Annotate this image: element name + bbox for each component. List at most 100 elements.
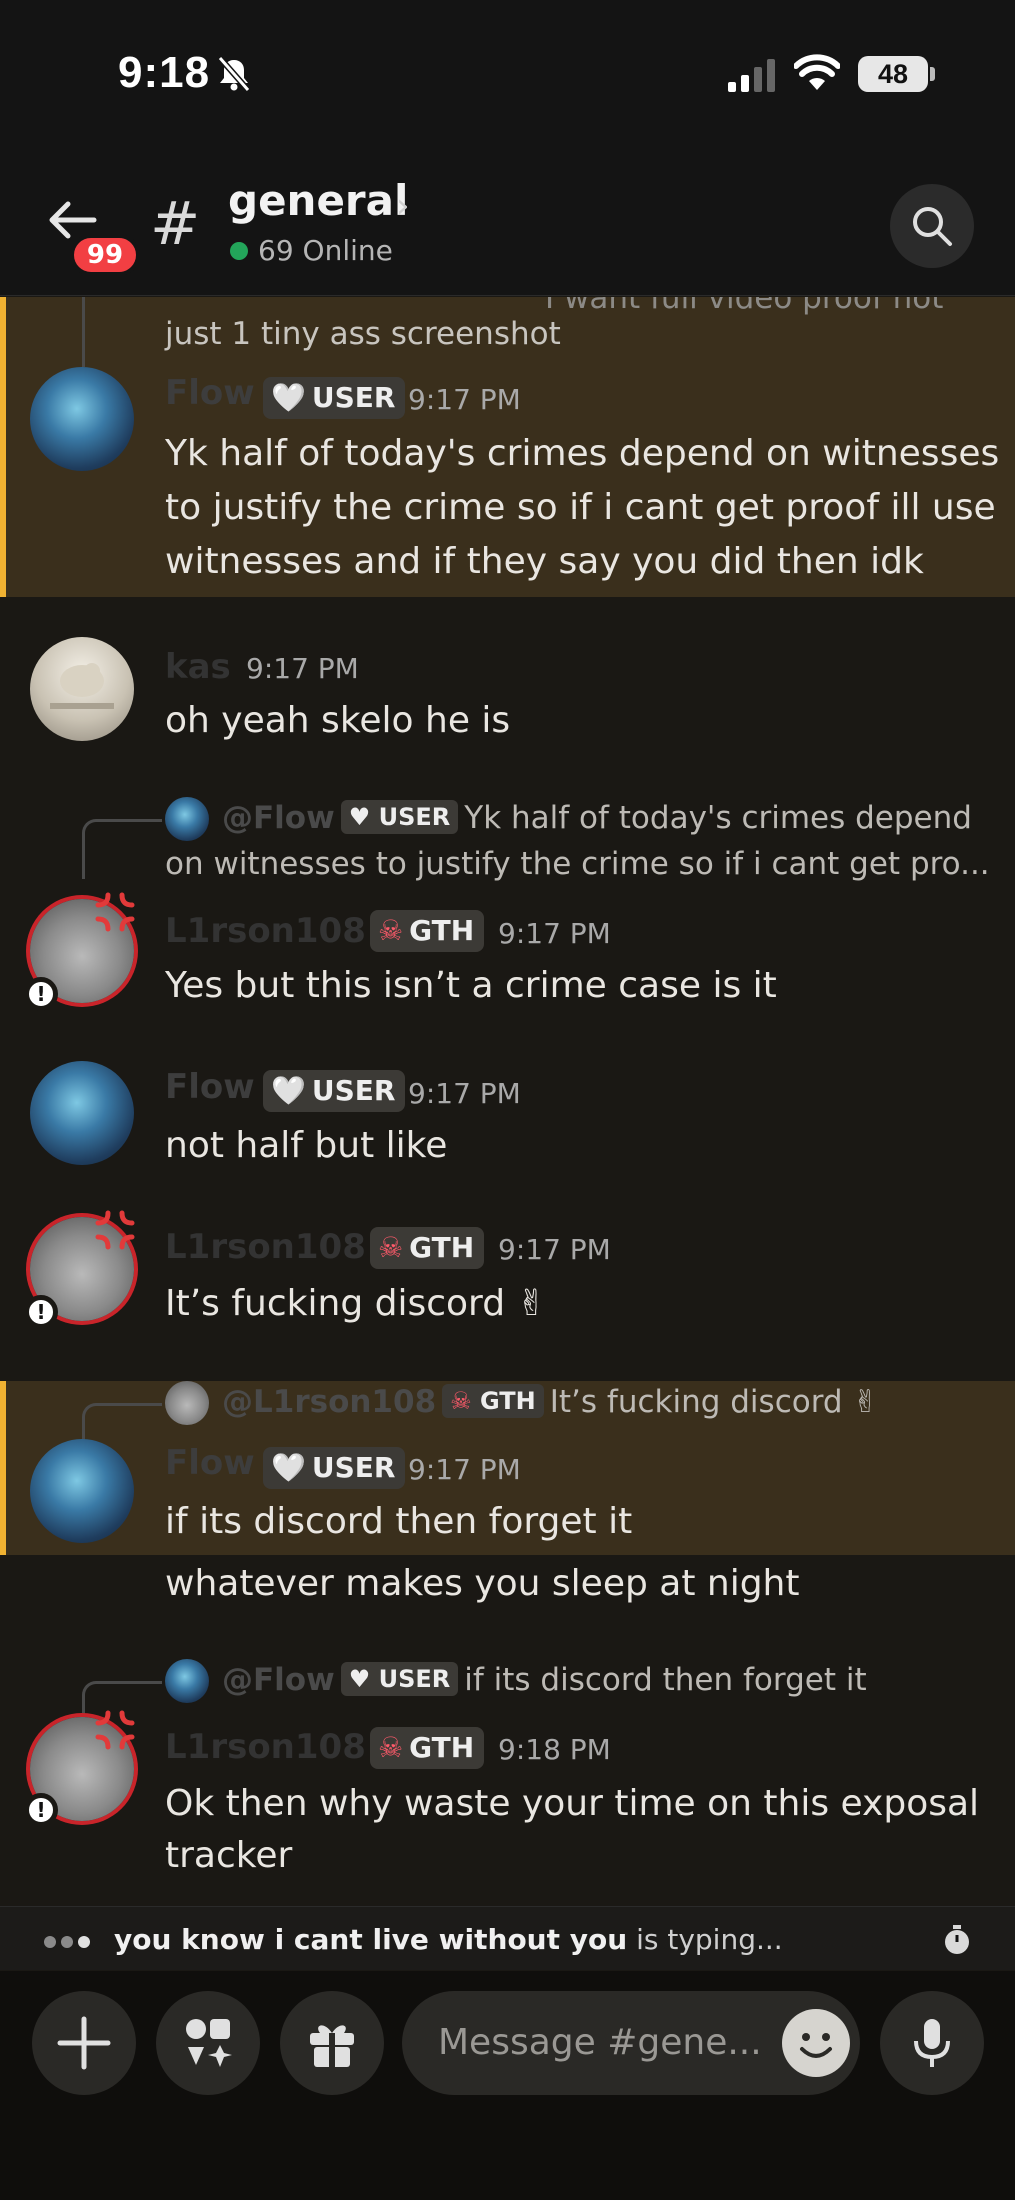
status-indicator: ! [24, 1295, 58, 1329]
search-button[interactable] [890, 184, 974, 268]
plus-icon [57, 2016, 111, 2070]
apps-button[interactable] [156, 1991, 260, 2095]
author-name[interactable]: kas [165, 647, 231, 687]
typing-text: you know i cant live without you is typi… [114, 1923, 783, 1956]
role-tag: ☠ GTH [370, 1227, 485, 1269]
emoji-button[interactable] [782, 2009, 850, 2077]
timestamp: 9:17 PM [408, 1453, 521, 1486]
reply-preview[interactable]: @L1rson108 ☠ GTH It’s fucking discord ✌ [222, 1379, 878, 1425]
message-line: tracker [165, 1835, 293, 1876]
bird-figure-icon [50, 663, 114, 709]
reply-preview[interactable]: @Flow ♥ USER Yk half of today's crimes dep… [222, 795, 972, 841]
timestamp: 9:17 PM [408, 383, 521, 416]
reply-role-tag: ♥ USER [340, 800, 459, 834]
smiley-icon [800, 2033, 832, 2058]
status-indicator: ! [24, 977, 58, 1011]
heart-icon: 🤍 [271, 1074, 306, 1107]
clock: 9:18 [118, 48, 211, 97]
author-name[interactable]: Flow [165, 1067, 255, 1107]
message-text: if its discord then forget it [165, 1501, 633, 1542]
reply-connector [82, 297, 85, 367]
role-tag: 🤍 USER [263, 377, 406, 419]
author-name[interactable]: Flow [165, 1443, 255, 1483]
channel-header: 99 # general › 69 Online [0, 150, 1015, 296]
apps-icon [186, 2019, 232, 2067]
reply-author: @L1rson108 [222, 1384, 437, 1420]
chevron-right-icon[interactable]: › [396, 186, 410, 226]
channel-title[interactable]: general [228, 176, 408, 225]
role-tag-label: GTH [409, 1731, 475, 1764]
reply-avatar-flow [165, 797, 209, 841]
skull-icon: ☠ [378, 1731, 404, 1764]
reply-role-tag-label: GTH [480, 1387, 536, 1415]
heart-icon: 🤍 [271, 1451, 306, 1484]
author-name[interactable]: L1rson108 [165, 1727, 366, 1767]
timestamp: 9:17 PM [246, 652, 359, 685]
reply-text: It’s fucking discord ✌ [549, 1384, 879, 1420]
reply-preview-line2: on witnesses to justify the crime so if … [165, 846, 990, 882]
message-continuation: just 1 tiny ass screenshot [165, 316, 561, 352]
role-tag-label: USER [311, 381, 396, 414]
author-name[interactable]: L1rson108 [165, 1227, 366, 1267]
microphone-icon [914, 2019, 950, 2067]
role-tag-label: GTH [409, 1231, 475, 1264]
anger-symbol-icon [95, 1710, 135, 1750]
role-tag: 🤍 USER [263, 1447, 406, 1489]
role-tag: 🤍 USER [263, 1070, 406, 1112]
online-status-dot [230, 242, 248, 260]
typing-user: you know i cant live without you [114, 1923, 628, 1956]
message-line: to justify the crime so if i cant get pr… [165, 487, 996, 528]
timestamp: 9:18 PM [498, 1733, 611, 1766]
typing-indicator: you know i cant live without you is typi… [0, 1906, 1015, 1970]
slowmode-timer-icon[interactable] [940, 1923, 974, 1957]
avatar-flow[interactable] [30, 1061, 134, 1165]
message-text: It’s fucking discord ✌ [165, 1283, 547, 1324]
role-tag: ☠ GTH [370, 1727, 485, 1769]
author-name[interactable]: L1rson108 [165, 911, 366, 951]
reply-author: @Flow [222, 800, 335, 836]
role-tag-label: USER [311, 1074, 396, 1107]
reply-preview-fragment: I want full video proof not [545, 297, 944, 316]
status-bar: 9:18 48 [0, 0, 1015, 150]
timestamp: 9:17 PM [408, 1077, 521, 1110]
message-line: Yk half of today's crimes depend on witn… [165, 433, 1000, 474]
role-tag: ☠ GTH [370, 910, 485, 952]
reply-role-tag: ♥ USER [340, 1662, 459, 1696]
role-tag-label: USER [311, 1451, 396, 1484]
add-attachment-button[interactable] [32, 1991, 136, 2095]
bell-muted-icon [217, 56, 251, 92]
wifi-icon [794, 54, 840, 90]
skull-icon: ☠ [378, 1231, 404, 1264]
status-indicator: ! [24, 1793, 58, 1827]
anger-symbol-icon [95, 1210, 135, 1250]
battery-nub [930, 67, 935, 81]
reply-role-tag-label: USER [378, 803, 451, 831]
message-line: Ok then why waste your time on this expo… [165, 1783, 980, 1824]
avatar-flow[interactable] [30, 1439, 134, 1543]
timestamp: 9:17 PM [498, 917, 611, 950]
gift-button[interactable] [280, 1991, 384, 2095]
timestamp: 9:17 PM [498, 1233, 611, 1266]
search-icon [913, 207, 952, 246]
role-tag-label: GTH [409, 914, 475, 947]
message-text: not half but like [165, 1125, 448, 1166]
reply-text: if its discord then forget it [464, 1662, 867, 1698]
cell-signal-icon [728, 59, 775, 92]
reply-avatar-flow [165, 1659, 209, 1703]
avatar-kas[interactable] [30, 637, 134, 741]
reply-text: Yk half of today's crimes depend [464, 800, 972, 836]
reply-connector [82, 819, 162, 879]
battery-indicator: 48 [858, 56, 928, 92]
reply-avatar-lirson [165, 1381, 209, 1425]
voice-message-button[interactable] [880, 1991, 984, 2095]
message-text: whatever makes you sleep at night [165, 1563, 800, 1604]
reply-preview[interactable]: @Flow ♥ USER if its discord then forget it [222, 1657, 867, 1703]
typing-dots [44, 1933, 95, 1952]
online-count: 69 Online [258, 234, 393, 267]
author-name[interactable]: Flow [165, 373, 255, 413]
avatar-flow[interactable] [30, 367, 134, 471]
message-list[interactable]: I want full video proof not just 1 tiny … [0, 297, 1015, 1905]
gift-icon [310, 2025, 354, 2067]
heart-icon: 🤍 [271, 381, 306, 414]
reply-role-tag-label: USER [378, 1665, 451, 1693]
